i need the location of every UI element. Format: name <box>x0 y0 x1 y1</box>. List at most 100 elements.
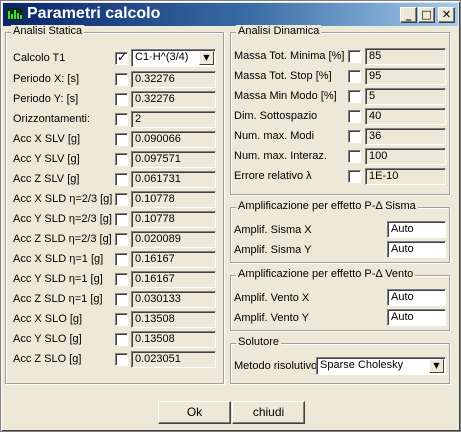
solutore-group: Solutore Metodo risolutivo Sparse Choles… <box>230 336 450 384</box>
param-value-field[interactable]: 85 <box>365 48 446 65</box>
param-value-field[interactable]: 100 <box>365 148 446 165</box>
param-value-field[interactable]: 0.10778 <box>131 211 216 228</box>
param-value-field[interactable]: 0.32276 <box>131 91 216 108</box>
param-checkbox[interactable] <box>115 133 128 146</box>
amplif-input[interactable]: Auto <box>387 221 446 238</box>
param-checkbox[interactable] <box>115 273 128 286</box>
param-label: Acc X SLV [g] <box>13 133 81 145</box>
param-value-field[interactable]: 2 <box>131 111 216 128</box>
param-label: Acc X SLO [g] <box>13 313 83 325</box>
param-label: Num. max. Interaz. <box>234 150 327 162</box>
amplif-label: Amplif. Sisma Y <box>234 244 312 256</box>
param-label: Periodo X: [s] <box>13 73 80 85</box>
param-checkbox[interactable] <box>115 193 128 206</box>
param-checkbox[interactable] <box>348 130 361 143</box>
param-label: Acc X SLD η=2/3 [g] <box>13 193 113 205</box>
param-checkbox[interactable] <box>115 233 128 246</box>
param-value-field[interactable]: 0.030133 <box>131 291 216 308</box>
param-value-field[interactable]: 0.32276 <box>131 71 216 88</box>
param-checkbox[interactable] <box>115 153 128 166</box>
param-label: Massa Min Modo [%] <box>234 90 337 102</box>
app-icon <box>7 8 23 20</box>
metodo-risolutivo-select[interactable]: Sparse Cholesky ▼ <box>316 357 446 375</box>
maximize-button[interactable]: □ <box>418 7 435 23</box>
param-value-field[interactable]: 0.13508 <box>131 331 216 348</box>
param-label: Orizzontamenti: <box>13 113 91 125</box>
param-label: Acc Z SLD η=2/3 [g] <box>13 233 112 245</box>
calcolo-t1-label: Calcolo T1 <box>13 52 66 64</box>
calcolo-t1-checkbox[interactable] <box>115 50 128 65</box>
amplif-label: Amplif. Vento Y <box>234 312 310 324</box>
amplif-input[interactable]: Auto <box>387 309 446 326</box>
ok-button[interactable]: Ok <box>158 401 231 424</box>
param-label: Periodo Y: [s] <box>13 93 79 105</box>
metodo-risolutivo-value: Sparse Cholesky <box>320 359 404 371</box>
param-value-field[interactable]: 0.061731 <box>131 171 216 188</box>
param-value-field[interactable]: 0.10778 <box>131 191 216 208</box>
analisi-dinamica-title: Analisi Dinamica <box>236 25 322 37</box>
param-value-field[interactable]: 0.16167 <box>131 251 216 268</box>
param-checkbox[interactable] <box>115 353 128 366</box>
param-label: Acc Y SLD η=1 [g] <box>13 273 103 285</box>
param-label: Acc Y SLO [g] <box>13 333 82 345</box>
minimize-button[interactable]: _ <box>400 7 417 23</box>
amplif-label: Amplif. Sisma X <box>234 224 312 236</box>
parametri-calcolo-dialog: Parametri calcolo _ □ ✕ Analisi Statica … <box>0 0 461 432</box>
param-value-field[interactable]: 95 <box>365 68 446 85</box>
close-icon: ✕ <box>441 8 452 21</box>
chiudi-button[interactable]: chiudi <box>232 401 305 424</box>
title-bar[interactable]: Parametri calcolo _ □ ✕ <box>3 3 458 26</box>
calcolo-t1-value: C1·H^(3/4) <box>135 51 189 63</box>
param-checkbox[interactable] <box>115 253 128 266</box>
param-value-field[interactable]: 1E-10 <box>365 168 446 185</box>
pdelta-sisma-title: Amplificazione per effetto P-Δ Sisma <box>236 200 418 212</box>
param-label: Massa Tot. Stop [%] <box>234 70 332 82</box>
param-value-field[interactable]: 0.13508 <box>131 311 216 328</box>
param-label: Acc Y SLD η=2/3 [g] <box>13 213 112 225</box>
param-label: Acc Z SLD η=1 [g] <box>13 293 103 305</box>
param-checkbox[interactable] <box>115 313 128 326</box>
param-value-field[interactable]: 40 <box>365 108 446 125</box>
param-checkbox[interactable] <box>115 113 128 126</box>
param-label: Errore relativo λ <box>234 170 312 182</box>
amplif-input[interactable]: Auto <box>387 289 446 306</box>
param-checkbox[interactable] <box>348 50 361 63</box>
maximize-icon: □ <box>421 8 432 21</box>
param-checkbox[interactable] <box>348 90 361 103</box>
param-checkbox[interactable] <box>115 333 128 346</box>
param-checkbox[interactable] <box>115 93 128 106</box>
param-label: Dim. Sottospazio <box>234 110 318 122</box>
param-label: Num. max. Modi <box>234 130 315 142</box>
param-value-field[interactable]: 0.097571 <box>131 151 216 168</box>
amplif-label: Amplif. Vento X <box>234 292 310 304</box>
window-title: Parametri calcolo <box>27 5 161 22</box>
pdelta-sisma-group: Amplificazione per effetto P-Δ Sisma Amp… <box>230 200 450 263</box>
param-label: Massa Tot. Minima [%] <box>234 50 345 62</box>
param-checkbox[interactable] <box>348 70 361 83</box>
param-value-field[interactable]: 36 <box>365 128 446 145</box>
amplif-input[interactable]: Auto <box>387 241 446 258</box>
param-checkbox[interactable] <box>115 293 128 306</box>
analisi-dinamica-group: Analisi Dinamica Massa Tot. Minima [%] 85… <box>230 25 450 195</box>
chevron-down-icon[interactable]: ▼ <box>199 51 214 65</box>
param-checkbox[interactable] <box>348 110 361 123</box>
chevron-down-icon[interactable]: ▼ <box>429 359 444 373</box>
analisi-statica-group: Analisi Statica Calcolo T1 C1·H^(3/4) ▼ … <box>5 25 224 384</box>
param-value-field[interactable]: 0.090066 <box>131 131 216 148</box>
analisi-statica-title: Analisi Statica <box>11 25 85 37</box>
pdelta-vento-title: Amplificazione per effetto P-Δ Vento <box>236 268 416 280</box>
param-value-field[interactable]: 0.16167 <box>131 271 216 288</box>
param-label: Acc Z SLV [g] <box>13 173 80 185</box>
param-checkbox[interactable] <box>115 213 128 226</box>
param-value-field[interactable]: 5 <box>365 88 446 105</box>
param-checkbox[interactable] <box>115 73 128 86</box>
param-value-field[interactable]: 0.023051 <box>131 351 216 368</box>
pdelta-vento-group: Amplificazione per effetto P-Δ Vento Amp… <box>230 268 450 331</box>
param-checkbox[interactable] <box>348 170 361 183</box>
calcolo-t1-select[interactable]: C1·H^(3/4) ▼ <box>131 49 216 67</box>
param-checkbox[interactable] <box>115 173 128 186</box>
param-value-field[interactable]: 0.020089 <box>131 231 216 248</box>
close-window-button[interactable]: ✕ <box>438 7 455 23</box>
param-checkbox[interactable] <box>348 150 361 163</box>
metodo-risolutivo-label: Metodo risolutivo <box>234 360 318 372</box>
